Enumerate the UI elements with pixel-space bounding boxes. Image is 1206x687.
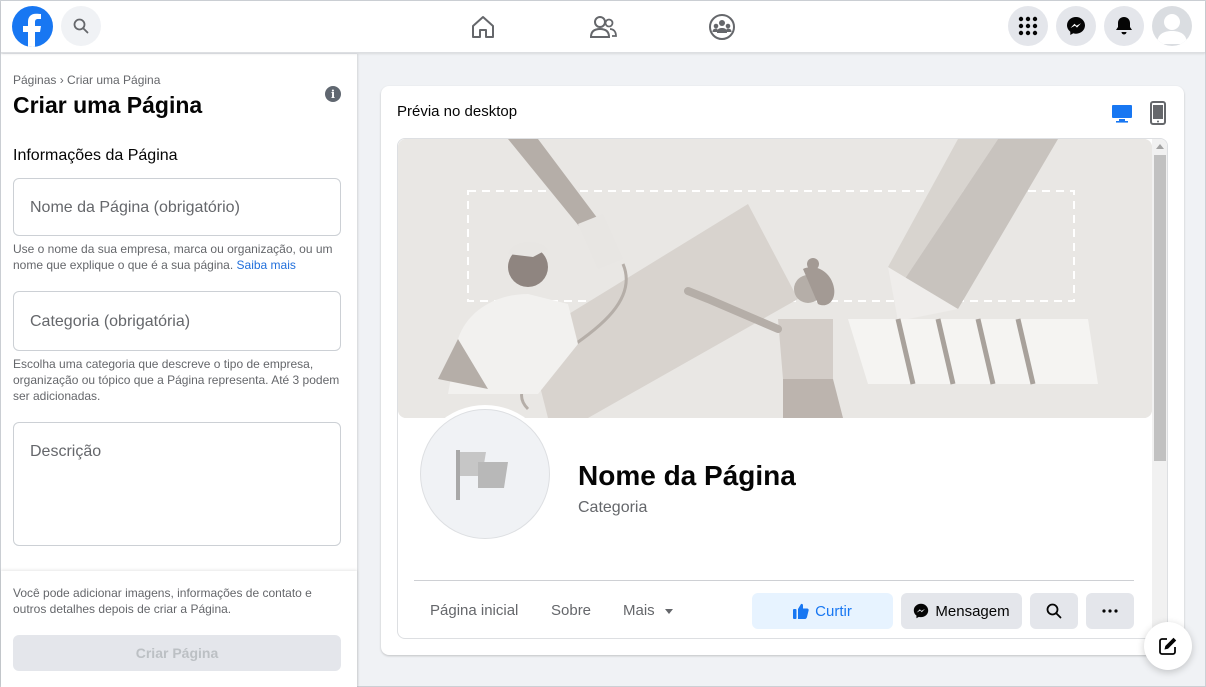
breadcrumb[interactable]: Páginas › Criar uma Página [13, 73, 160, 87]
tab-home[interactable]: Página inicial [430, 602, 518, 619]
search-button[interactable] [61, 6, 101, 46]
bell-icon [1116, 17, 1132, 35]
groups-icon [709, 14, 735, 40]
top-navigation-bar [1, 1, 1205, 53]
info-icon[interactable]: i [325, 86, 341, 102]
page-name-field[interactable]: Nome da Página (obrigatório) [13, 178, 341, 236]
preview-page-name: Nome da Página [578, 460, 796, 491]
tab-more[interactable]: Mais [623, 602, 673, 619]
preview-title: Prévia no desktop [397, 103, 518, 120]
search-page-button[interactable] [1030, 593, 1078, 629]
description-placeholder: Descrição [30, 443, 102, 460]
create-page-button[interactable]: Criar Página [13, 635, 341, 671]
tabs-divider [414, 580, 1134, 581]
home-icon [472, 16, 494, 38]
mobile-icon[interactable] [1149, 101, 1167, 125]
scroll-up-arrow[interactable] [1156, 144, 1164, 149]
scroll-thumb[interactable] [1154, 155, 1166, 461]
search-icon [73, 18, 89, 34]
more-options-button[interactable] [1086, 593, 1134, 629]
friends-icon [589, 16, 617, 38]
messenger-button[interactable] [1056, 6, 1096, 46]
new-message-button[interactable] [1144, 622, 1192, 670]
cover-illustration [398, 139, 1152, 418]
like-button[interactable]: Curtir [752, 593, 893, 629]
section-title: Informações da Página [13, 147, 178, 164]
footer-note: Você pode adicionar imagens, informações… [13, 586, 312, 616]
category-placeholder: Categoria (obrigatória) [30, 313, 191, 330]
groups-tab[interactable] [702, 9, 742, 45]
more-dots-icon [1102, 609, 1118, 613]
messenger-icon [1067, 17, 1085, 35]
learn-more-link[interactable]: Saiba mais [237, 258, 296, 272]
create-page-panel: Páginas › Criar uma Página Criar uma Pág… [1, 54, 357, 687]
tab-about[interactable]: Sobre [551, 602, 591, 619]
avatar[interactable] [1152, 6, 1192, 46]
menu-button[interactable] [1008, 6, 1048, 46]
page-name-help: Use o nome da sua empresa, marca ou orga… [13, 242, 333, 272]
page-name-placeholder: Nome da Página (obrigatório) [30, 199, 240, 216]
facebook-logo[interactable] [12, 6, 53, 47]
caret-down-icon [664, 608, 673, 614]
desktop-icon[interactable] [1111, 102, 1133, 124]
flag-icon [456, 450, 508, 500]
compose-icon [1159, 637, 1177, 655]
grid-menu-icon [1018, 16, 1038, 36]
description-field[interactable]: Descrição [13, 422, 341, 546]
notifications-button[interactable] [1104, 6, 1144, 46]
category-help: Escolha uma categoria que descreve o tip… [13, 357, 340, 403]
preview-scrollbar[interactable] [1152, 139, 1167, 638]
friends-tab[interactable] [583, 9, 623, 45]
profile-picture [416, 405, 554, 543]
desktop-preview-card: Prévia no desktop Nome da Página Categor… [381, 86, 1184, 655]
messenger-icon [914, 603, 929, 619]
category-field[interactable]: Categoria (obrigatória) [13, 291, 341, 351]
search-icon [1046, 603, 1062, 619]
page-preview-frame: Nome da Página Categoria Página inicial … [397, 138, 1168, 639]
panel-footer: Você pode adicionar imagens, informações… [1, 571, 357, 687]
preview-page-category: Categoria [578, 499, 648, 516]
home-tab[interactable] [463, 9, 503, 45]
message-button[interactable]: Mensagem [901, 593, 1022, 629]
thumbs-up-icon [793, 603, 809, 619]
page-title: Criar uma Página [13, 92, 203, 118]
